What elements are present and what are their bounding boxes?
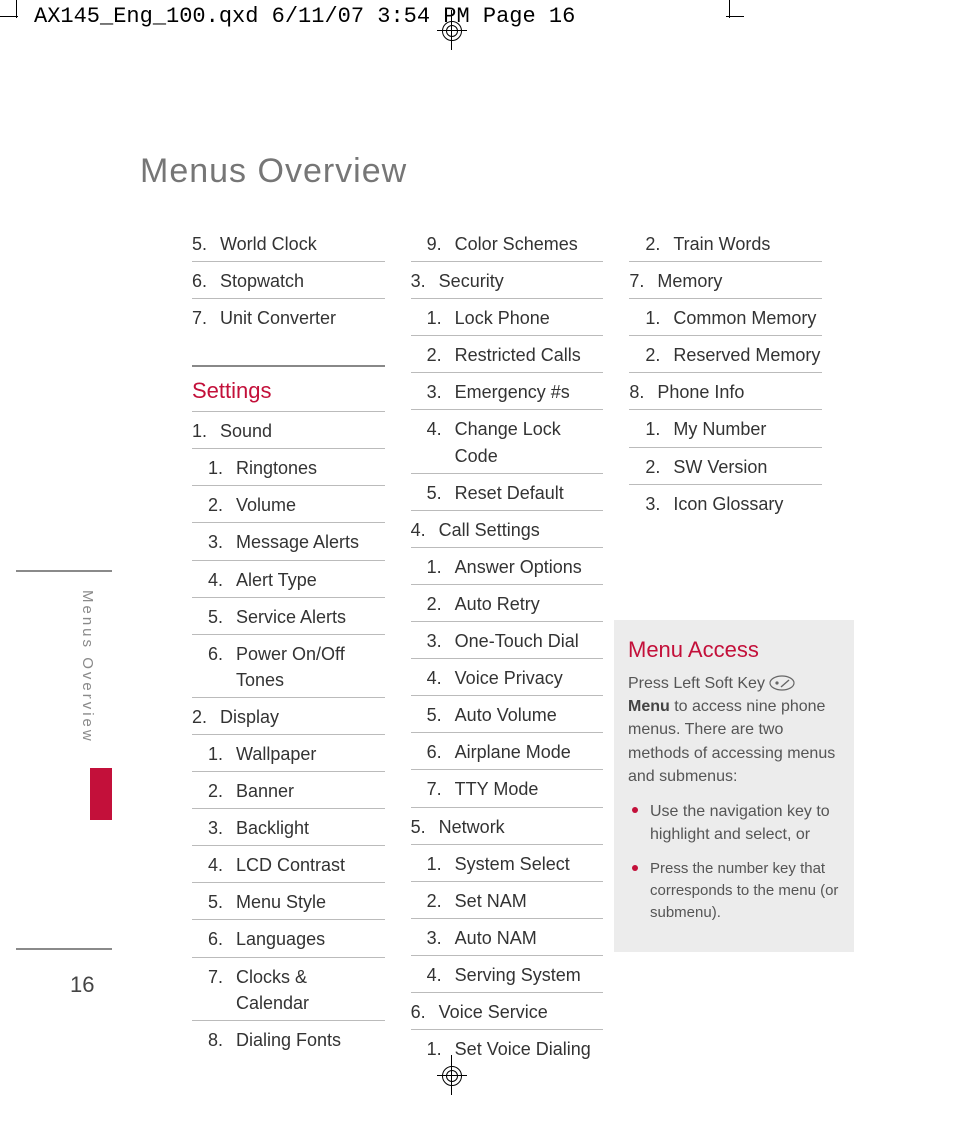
list-item: 3.Emergency #s: [411, 373, 604, 410]
list-item: 3.Message Alerts: [192, 523, 385, 560]
list-item: 3.Security: [411, 262, 604, 299]
list-item: 3.One-Touch Dial: [411, 622, 604, 659]
section-rule: [192, 365, 385, 367]
column-1: 5.World Clock 6.Stopwatch 7.Unit Convert…: [192, 225, 385, 1066]
list-item: 8.Phone Info: [629, 373, 822, 410]
box-heading: Menu Access: [628, 634, 840, 666]
list-item: 1.Ringtones: [192, 449, 385, 486]
register-mark-bottom: [437, 1055, 467, 1095]
list-item: 7.Clocks & Calendar: [192, 958, 385, 1021]
list-item: 2.SW Version: [629, 448, 822, 485]
box-paragraph: Press Left Soft Key Menu to access nine …: [628, 672, 840, 788]
page-title: Menus Overview: [140, 152, 407, 191]
list-item: 1.My Number: [629, 410, 822, 447]
list-item: 6.Airplane Mode: [411, 733, 604, 770]
list-item: 5.Service Alerts: [192, 598, 385, 635]
crop-marks-top: AX145_Eng_100.qxd 6/11/07 3:54 PM Page 1…: [0, 0, 954, 40]
list-item: 4.Voice Privacy: [411, 659, 604, 696]
list-item: 5.Menu Style: [192, 883, 385, 920]
list-item: 4.Call Settings: [411, 511, 604, 548]
list-item: 4.Alert Type: [192, 561, 385, 598]
list-item: 6.Voice Service: [411, 993, 604, 1030]
list-item: 7.Unit Converter: [192, 299, 385, 335]
list-item: 3.Icon Glossary: [629, 485, 822, 521]
list-item: 6.Power On/Off Tones: [192, 635, 385, 698]
box-bullet: Use the navigation key to highlight and …: [628, 800, 840, 846]
sidebar-accent: [90, 768, 112, 820]
list-item: 3.Backlight: [192, 809, 385, 846]
list-item: 5.Reset Default: [411, 474, 604, 511]
list-item: 2.Auto Retry: [411, 585, 604, 622]
list-item: 1.Common Memory: [629, 299, 822, 336]
list-item: 1.Lock Phone: [411, 299, 604, 336]
list-item: 6.Languages: [192, 920, 385, 957]
list-item: 2.Restricted Calls: [411, 336, 604, 373]
list-item: 6.Stopwatch: [192, 262, 385, 299]
list-item: 4.Change Lock Code: [411, 410, 604, 473]
sidebar-rule: [16, 570, 112, 572]
list-item: 2.Volume: [192, 486, 385, 523]
side-tab-label: Menus Overview: [79, 590, 96, 744]
list-item: 5.World Clock: [192, 225, 385, 262]
sidebar-rule: [16, 948, 112, 950]
soft-key-icon: [769, 672, 795, 695]
list-item: 1.Sound: [192, 412, 385, 449]
list-item: 2.Train Words: [629, 225, 822, 262]
list-item: 7.TTY Mode: [411, 770, 604, 807]
prepress-slug: AX145_Eng_100.qxd 6/11/07 3:54 PM Page 1…: [34, 4, 575, 29]
list-item: 1.Answer Options: [411, 548, 604, 585]
list-item: 3.Auto NAM: [411, 919, 604, 956]
list-item: 1.Wallpaper: [192, 735, 385, 772]
list-item: 2.Reserved Memory: [629, 336, 822, 373]
crop-marks-bottom: [0, 1033, 954, 1123]
page-number: 16: [70, 972, 94, 998]
list-item: 2.Set NAM: [411, 882, 604, 919]
list-item: 2.Display: [192, 698, 385, 735]
list-item: 1.System Select: [411, 845, 604, 882]
list-item: 5.Network: [411, 808, 604, 845]
list-item: 4.Serving System: [411, 956, 604, 993]
menu-access-box: Menu Access Press Left Soft Key Menu to …: [614, 620, 854, 952]
box-bullet: Press the number key that corresponds to…: [628, 858, 840, 923]
list-item: 2.Banner: [192, 772, 385, 809]
column-2: 9.Color Schemes 3.Security 1.Lock Phone …: [411, 225, 604, 1066]
list-item: 9.Color Schemes: [411, 225, 604, 262]
list-item: 4.LCD Contrast: [192, 846, 385, 883]
section-heading-settings: Settings: [192, 371, 385, 412]
list-item: 7.Memory: [629, 262, 822, 299]
list-item: 5.Auto Volume: [411, 696, 604, 733]
